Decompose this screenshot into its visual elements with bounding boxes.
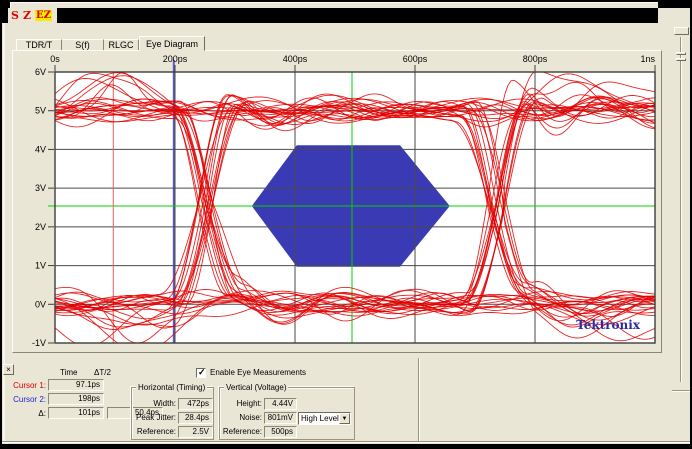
measurement-label: Reference:	[134, 427, 176, 436]
dropdown-arrow-icon[interactable]: ▼	[339, 413, 350, 424]
measurement-label: Reference:	[222, 427, 262, 436]
horizontal-timing-group: Horizontal (Timing) Width:472psPeak Jitt…	[131, 387, 214, 440]
x-axis-label: 800ps	[523, 54, 548, 64]
tab-eye-diagram[interactable]: Eye Diagram	[139, 36, 205, 51]
vertical-voltage-title: Vertical (Voltage)	[224, 383, 288, 392]
measurement-value-field: 2.5V	[178, 426, 213, 438]
window-bottom-groove	[2, 441, 690, 443]
measurement-value-field: 472ps	[178, 398, 213, 410]
window-left-edge	[3, 23, 5, 442]
logo-letter-z: Z	[23, 9, 31, 22]
y-axis-label: 1V	[35, 261, 46, 271]
scrollbar-grip-dash	[676, 52, 686, 55]
measurement-value-field: 4.44V	[264, 398, 297, 410]
close-panel-button[interactable]: ×	[3, 364, 14, 375]
measurement-value-field: 801mV	[264, 412, 297, 424]
level-select-value: High Level	[301, 414, 339, 423]
cursor1-label: Cursor 1:	[12, 381, 46, 390]
eye-diagram-chart: 0s 200ps 400ps 600ps 800ps 1ns 6V 5V 4V 3V 2V 1V 0V -…	[12, 50, 662, 353]
x-axis-label: 1ns	[640, 54, 655, 64]
eye-diagram-panel: 0s 200ps 400ps 600ps 800ps 1ns 6V 5V 4V 3V 2V 1V 0V -…	[12, 50, 662, 353]
measurement-label: Height:	[222, 399, 262, 408]
x-axis-label: 600ps	[403, 54, 428, 64]
cursor2-label: Cursor 2:	[12, 395, 46, 404]
vertical-voltage-group: Vertical (Voltage) High Level ▼ Height:4…	[219, 387, 355, 440]
horizontal-timing-title: Horizontal (Timing)	[136, 383, 207, 392]
logo-letters-ez: EZ	[35, 10, 52, 21]
delta-label: Δ:	[12, 409, 46, 418]
checkmark-icon: ✓	[198, 368, 205, 375]
x-axis-label: 200ps	[163, 54, 188, 64]
x-axis-label: 0s	[50, 54, 60, 64]
vertical-scrollbar-thumb[interactable]	[674, 27, 689, 35]
vertical-scrollbar-track[interactable]	[680, 37, 682, 382]
cursor2-time-field: 198ps	[48, 393, 104, 405]
x-axis-label: 400ps	[283, 54, 308, 64]
app-logo: S Z EZ	[8, 8, 57, 23]
y-axis-label: -1V	[32, 338, 46, 348]
y-axis-label: 5V	[35, 106, 46, 116]
measurement-value-field: 28.4ps	[178, 412, 213, 424]
measurement-value-field: 500ps	[264, 426, 297, 438]
column-header-time: Time	[60, 368, 77, 377]
y-axis-label: 6V	[35, 67, 46, 77]
measurement-label: Peak Jitter:	[134, 413, 176, 422]
application-window: S Z EZ TDR/TS(f)RLGCEye Diagram 0s200ps4…	[0, 0, 692, 449]
panel-divider	[418, 358, 420, 441]
y-axis-label: 2V	[35, 222, 46, 232]
y-axis-label: 3V	[35, 183, 46, 193]
scrollbar-bottom-mark	[672, 390, 690, 392]
y-axis-label: 4V	[35, 144, 46, 154]
logo-letter-s: S	[11, 9, 19, 22]
column-header-dt2: ΔT/2	[94, 368, 111, 377]
y-axis-label: 0V	[35, 299, 46, 309]
enable-eye-measurements-checkbox[interactable]: ✓	[196, 368, 206, 378]
measurement-label: Width:	[134, 399, 176, 408]
enable-eye-measurements-label: Enable Eye Measurements	[210, 368, 306, 377]
scrollbar-grip-dash	[676, 58, 686, 61]
titlebar	[2, 8, 658, 23]
cursor1-time-field: 97.1ps	[48, 379, 104, 391]
delta-time-field: 101ps	[48, 407, 104, 419]
measurement-label: Noise:	[222, 413, 262, 422]
tektronix-watermark: Tektronix	[576, 318, 641, 332]
level-select-dropdown[interactable]: High Level ▼	[298, 412, 351, 425]
